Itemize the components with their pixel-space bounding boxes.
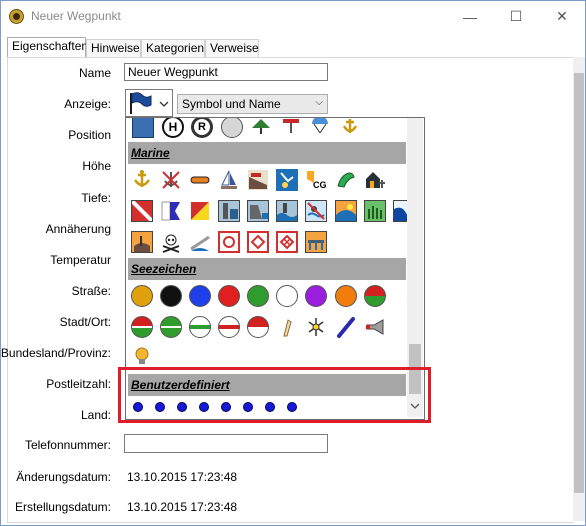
oscar-flag-icon[interactable] [189, 200, 211, 222]
blue-flag-icon [130, 92, 152, 114]
hoehe-label: Höhe [82, 159, 111, 173]
close-button[interactable]: ✕ [539, 1, 585, 32]
shallow-water-icon[interactable] [276, 200, 298, 222]
maximize-button[interactable]: ☐ [493, 1, 539, 32]
panel-scrollbar-thumb[interactable] [574, 73, 584, 493]
window-title: Neuer Wegpunkt [31, 9, 121, 23]
obstruction-icon[interactable] [189, 231, 211, 253]
buoy-icon[interactable] [189, 169, 211, 191]
title-bar[interactable]: Neuer Wegpunkt — ☐ ✕ [1, 1, 585, 32]
green-buoy-icon[interactable] [247, 285, 269, 307]
harbor-house-icon[interactable] [364, 169, 386, 191]
lock-icon[interactable] [218, 200, 240, 222]
temperatur-label: Temperatur [50, 253, 111, 267]
green-white-green-buoy-icon[interactable] [160, 316, 182, 338]
orange-buoy-icon[interactable] [335, 285, 357, 307]
name-label: Name [78, 66, 111, 80]
tab-verweise[interactable]: Verweise [205, 39, 259, 57]
blue-buoy-icon[interactable] [189, 285, 211, 307]
position-label: Position [68, 128, 111, 142]
waypoint-window: Neuer Wegpunkt — ☐ ✕ Eigenschaften Hinwe… [0, 0, 586, 526]
fishing-icon[interactable] [276, 169, 298, 191]
telefon-label: Telefonnummer: [24, 438, 111, 452]
red-white-buoy-icon[interactable] [247, 316, 269, 338]
marsh-icon[interactable] [364, 200, 386, 222]
black-buoy-icon[interactable] [160, 285, 182, 307]
dam-icon[interactable] [247, 200, 269, 222]
no-swimming-icon[interactable] [305, 200, 327, 222]
postleitzahl-label: Postleitzahl: [46, 377, 111, 391]
symbol-select[interactable] [125, 89, 173, 117]
bundesland-label: Bundesland/Provinz: [0, 346, 111, 360]
boat-ramp-icon[interactable] [247, 169, 269, 191]
marker-pole-icon[interactable] [276, 316, 298, 338]
exclusion-area-icon[interactable] [276, 231, 298, 253]
tab-hinweise[interactable]: Hinweise [86, 39, 141, 57]
restricted-area-icon[interactable] [218, 231, 240, 253]
chevron-down-icon [159, 101, 169, 107]
horn-icon[interactable] [364, 316, 386, 338]
anzeige-mode-value: Symbol und Name [182, 97, 281, 111]
summit-icon[interactable] [250, 118, 272, 138]
bridge-icon[interactable] [305, 231, 327, 253]
violet-buoy-icon[interactable] [305, 285, 327, 307]
gray-circle-icon[interactable] [221, 118, 243, 138]
land-label: Land: [80, 408, 111, 422]
aenderung-label: Änderungsdatum: [16, 470, 111, 484]
dive-flag-icon[interactable] [130, 199, 154, 223]
wreck-icon[interactable] [131, 231, 153, 253]
heliport-icon[interactable]: H [162, 118, 184, 138]
coast-guard-icon[interactable]: CG [305, 169, 327, 191]
category-marine: Marine [128, 142, 406, 164]
restaurant-icon[interactable]: R [191, 118, 213, 138]
white-buoy-icon[interactable] [276, 285, 298, 307]
white-red-buoy-icon[interactable] [218, 316, 240, 338]
category-seezeichen: Seezeichen [128, 258, 406, 280]
anchor-icon[interactable] [131, 169, 153, 191]
no-anchor-icon[interactable] [160, 169, 182, 191]
white-green-buoy-icon[interactable] [189, 316, 211, 338]
app-icon [9, 9, 24, 24]
crossing-icon[interactable] [280, 118, 302, 138]
jet-ski-icon[interactable] [335, 169, 357, 191]
balloon-icon[interactable] [309, 118, 331, 138]
annaeherung-label: Annäherung [45, 222, 111, 236]
anchor-icon[interactable] [339, 118, 361, 138]
chevron-down-icon: ⌵ [315, 97, 323, 108]
light-stick-icon[interactable] [335, 316, 357, 338]
red-white-green-buoy-icon[interactable] [131, 316, 153, 338]
yellow-buoy-icon[interactable] [131, 285, 153, 307]
strasse-label: Straße: [71, 284, 111, 298]
beach-icon[interactable] [335, 200, 357, 222]
erstellung-value: 13.10.2015 17:23:48 [127, 500, 238, 514]
stadt-label: Stadt/Ort: [59, 315, 111, 329]
tab-kategorien[interactable]: Kategorien [141, 39, 205, 57]
aenderung-value: 13.10.2015 17:23:48 [127, 470, 238, 484]
anzeige-mode-select[interactable]: Symbol und Name ⌵ [177, 94, 328, 114]
anzeige-label: Anzeige: [64, 97, 111, 111]
panel-scrollbar[interactable] [573, 57, 585, 521]
sailboat-icon[interactable] [218, 169, 240, 191]
svg-text:CG: CG [313, 180, 327, 190]
red-buoy-icon[interactable] [218, 285, 240, 307]
minimize-button[interactable]: — [447, 1, 493, 32]
telefon-field[interactable] [124, 434, 328, 453]
light-bulb-icon[interactable] [131, 345, 153, 367]
airport-icon[interactable] [132, 118, 154, 138]
tab-eigenschaften[interactable]: Eigenschaften [7, 37, 88, 58]
tiefe-label: Tiefe: [81, 191, 111, 205]
alpha-flag-icon[interactable] [160, 200, 182, 222]
name-field[interactable]: Neuer Wegpunkt [124, 63, 328, 81]
danger-area-icon[interactable] [247, 231, 269, 253]
light-beacon-icon[interactable] [305, 316, 327, 338]
erstellung-label: Erstellungsdatum: [14, 500, 111, 514]
red-green-buoy-icon[interactable] [364, 285, 386, 307]
skull-crossbones-icon[interactable] [160, 231, 182, 253]
highlight-frame [118, 367, 431, 423]
